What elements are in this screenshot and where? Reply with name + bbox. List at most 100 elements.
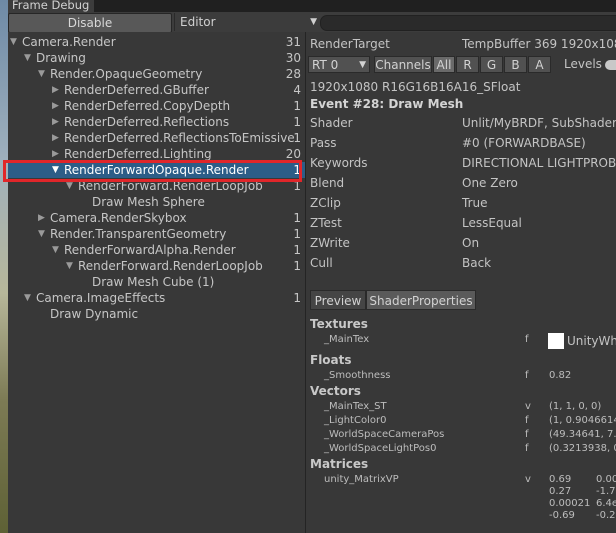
window-tab-frame-debug[interactable]: Frame Debug	[8, 0, 98, 12]
vectors-section-title: Vectors	[310, 384, 361, 398]
tree-item-label: RenderDeferred.CopyDepth	[64, 99, 231, 113]
tree-item[interactable]: Draw Dynamic	[8, 306, 305, 322]
selection-highlight-box	[3, 160, 302, 182]
tree-item-label: Camera.Render	[22, 35, 116, 49]
property-stage: f	[525, 443, 529, 454]
collapse-triangle-icon[interactable]: ▶	[38, 210, 45, 226]
tree-item[interactable]: Draw Mesh Sphere	[8, 194, 305, 210]
tree-item[interactable]: ▶ Camera.RenderSkybox 1	[8, 210, 305, 226]
tree-item-label: RenderDeferred.GBuffer	[64, 83, 209, 97]
source-dropdown[interactable]: Editor ▼	[174, 13, 320, 31]
tree-item-label: Camera.ImageEffects	[36, 291, 166, 305]
expand-triangle-icon[interactable]: ▼	[52, 242, 59, 258]
channel-a-button[interactable]: A	[528, 56, 551, 73]
chevron-down-icon: ▼	[359, 60, 366, 70]
channel-all-button[interactable]: All	[433, 56, 455, 73]
property-name: _MainTex_ST	[324, 401, 387, 412]
tree-item-label: RenderForward.RenderLoopJob	[78, 259, 263, 273]
channel-g-button[interactable]: G	[480, 56, 503, 73]
tree-item[interactable]: ▼ Camera.ImageEffects 1	[8, 290, 305, 306]
field-key: ZWrite	[310, 236, 350, 250]
property-name: unity_MatrixVP	[324, 474, 399, 485]
channels-label: Channels	[374, 56, 432, 73]
field-value: True	[462, 196, 488, 210]
tree-item-label: Render.TransparentGeometry	[50, 227, 227, 241]
texture-swatch[interactable]	[548, 333, 564, 349]
chevron-down-icon: ▼	[310, 17, 317, 27]
tree-item[interactable]: ▶ RenderDeferred.GBuffer 4	[8, 82, 305, 98]
tree-item[interactable]: ▼ Drawing 30	[8, 50, 305, 66]
property-value: (49.34641, 7.2	[549, 429, 616, 440]
rt-dropdown-label: RT 0	[312, 58, 339, 72]
field-key: Shader	[310, 116, 353, 130]
tab-shader-properties[interactable]: ShaderProperties	[366, 290, 476, 310]
tree-item[interactable]: ▶ RenderDeferred.Reflections 1	[8, 114, 305, 130]
field-value: #0 (FORWARDBASE)	[462, 136, 586, 150]
property-stage: f	[525, 370, 529, 381]
tree-item-count: 1	[293, 211, 301, 225]
tree-item-label: RenderForwardAlpha.Render	[64, 243, 236, 257]
matrix-cell: -0.2	[596, 510, 616, 521]
search-field[interactable]	[320, 15, 616, 31]
field-key: ZClip	[310, 196, 341, 210]
tree-item-count: 1	[293, 243, 301, 257]
tree-item-count: 30	[285, 51, 301, 65]
collapse-triangle-icon[interactable]: ▶	[52, 114, 59, 130]
collapse-triangle-icon[interactable]: ▶	[52, 130, 59, 146]
matrix-cell: -0.69	[549, 510, 575, 521]
matrices-section-title: Matrices	[310, 457, 369, 471]
levels-slider[interactable]	[605, 60, 616, 70]
tree-item[interactable]: ▼ RenderForward.RenderLoopJob 1	[8, 258, 305, 274]
tree-item-count: 1	[293, 115, 301, 129]
field-key: ZTest	[310, 216, 342, 230]
window-title: Frame Debug	[12, 0, 90, 12]
rt-dropdown[interactable]: RT 0 ▼	[308, 56, 370, 73]
field-value: Unlit/MyBRDF, SubShader #	[462, 116, 616, 130]
tree-item[interactable]: Draw Mesh Cube (1)	[8, 274, 305, 290]
field-key: Blend	[310, 176, 345, 190]
render-target-label: RenderTarget	[310, 37, 390, 51]
channel-b-button[interactable]: B	[504, 56, 527, 73]
tree-item[interactable]: ▶ RenderDeferred.CopyDepth 1	[8, 98, 305, 114]
property-name: _WorldSpaceLightPos0	[324, 443, 437, 454]
channel-r-button[interactable]: R	[456, 56, 479, 73]
tree-item-count: 4	[293, 83, 301, 97]
disable-button[interactable]: Disable	[8, 13, 172, 33]
tree-item-label: Draw Mesh Cube (1)	[92, 275, 215, 289]
render-target-bar: RT 0 ▼ Channels All R G B A Levels	[306, 55, 616, 75]
property-value: 0.82	[549, 370, 572, 381]
expand-triangle-icon[interactable]: ▼	[10, 34, 17, 50]
tree-item[interactable]: ▼ RenderForwardAlpha.Render 1	[8, 242, 305, 258]
event-tree: ▼ Camera.Render 31 ▼ Drawing 30 ▼ Render…	[8, 32, 305, 533]
tree-item-count: 28	[285, 67, 301, 81]
tree-item[interactable]: ▶ RenderDeferred.ReflectionsToEmissive 1	[8, 130, 305, 146]
expand-triangle-icon[interactable]: ▼	[38, 66, 45, 82]
tree-item-label: RenderDeferred.Reflections	[64, 115, 230, 129]
tree-item-count: 1	[293, 259, 301, 273]
property-value: (1, 0.9046614,	[549, 415, 616, 426]
property-name: _Smoothness	[324, 370, 391, 381]
property-value: (0.3213938, 0.	[549, 443, 616, 454]
property-name: _WorldSpaceCameraPos	[324, 429, 445, 440]
expand-triangle-icon[interactable]: ▼	[24, 50, 31, 66]
expand-triangle-icon[interactable]: ▼	[38, 226, 45, 242]
floats-section-title: Floats	[310, 353, 352, 367]
tree-item[interactable]: ▼ Render.OpaqueGeometry 28	[8, 66, 305, 82]
property-value: (1, 1, 0, 0)	[549, 401, 602, 412]
expand-triangle-icon[interactable]: ▼	[66, 258, 73, 274]
tab-preview[interactable]: Preview	[310, 290, 366, 310]
textures-section-title: Textures	[310, 317, 368, 331]
expand-triangle-icon[interactable]: ▼	[24, 290, 31, 306]
property-stage: f	[525, 334, 529, 345]
tree-item-label: Draw Dynamic	[50, 307, 139, 321]
collapse-triangle-icon[interactable]: ▶	[52, 82, 59, 98]
tree-item-label: Render.OpaqueGeometry	[50, 67, 203, 81]
details-pane: RenderTarget TempBuffer 369 1920x1080 RT…	[306, 32, 616, 533]
property-name: _MainTex	[324, 334, 370, 345]
tree-item[interactable]: ▼ Camera.Render 31	[8, 34, 305, 50]
field-key: Cull	[310, 256, 333, 270]
tree-item[interactable]: ▼ Render.TransparentGeometry 1	[8, 226, 305, 242]
collapse-triangle-icon[interactable]: ▶	[52, 98, 59, 114]
render-target-value: TempBuffer 369 1920x1080	[462, 37, 616, 51]
field-value: Back	[462, 256, 492, 270]
